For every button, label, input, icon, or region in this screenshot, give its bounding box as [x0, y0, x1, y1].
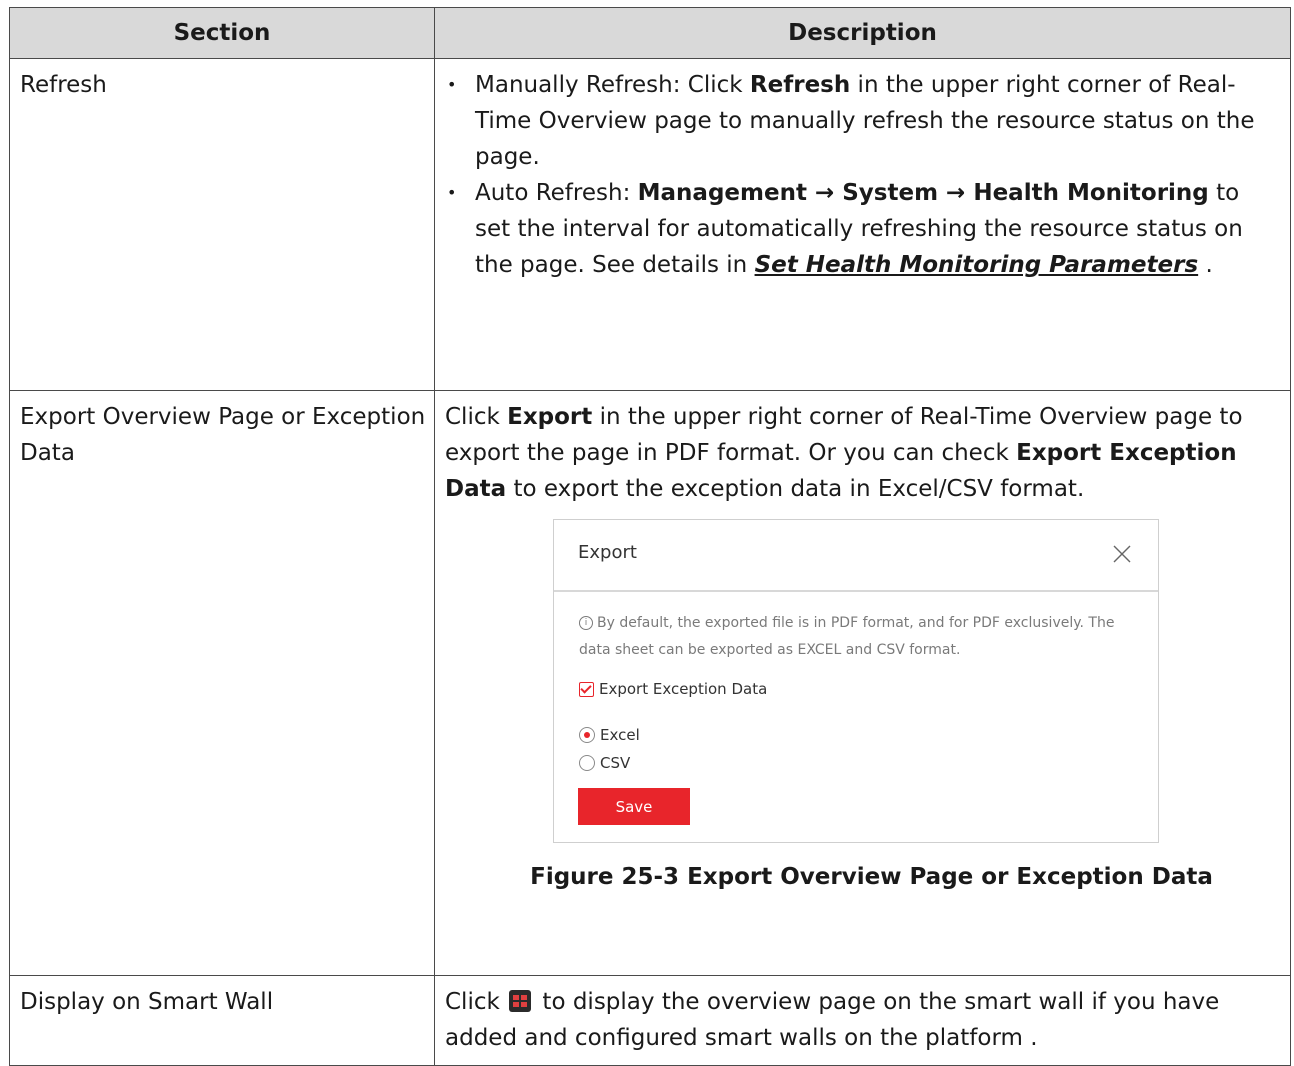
- description-cell: Click Export in the upper right corner o…: [434, 390, 1291, 976]
- radio-unselected-icon[interactable]: [579, 755, 595, 771]
- bullet-list: Manually Refresh: Click Refresh in the u…: [445, 67, 1278, 283]
- paragraph-text: to export the exception data in Excel/CS…: [506, 476, 1085, 502]
- paragraph-text: to display the overview page on the smar…: [445, 989, 1220, 1051]
- section-cell: Refresh: [9, 58, 435, 391]
- radio-csv[interactable]: CSV: [579, 754, 630, 772]
- document-table: Section Description Refresh Manually Ref…: [9, 7, 1291, 1066]
- radio-excel[interactable]: Excel: [579, 726, 640, 744]
- export-dialog-figure: Export i By default, the exported file is…: [553, 519, 1159, 843]
- checkbox-checked-icon[interactable]: [579, 681, 594, 697]
- dialog-title: Export: [578, 542, 637, 563]
- checkbox-label: Export Exception Data: [599, 680, 768, 698]
- smart-wall-icon[interactable]: [509, 990, 532, 1012]
- description-paragraph: Click Export in the upper right corner o…: [445, 399, 1278, 507]
- radio-label: CSV: [600, 754, 631, 772]
- table-row: Refresh Manually Refresh: Click Refresh …: [9, 58, 1291, 391]
- bullet-text: .: [1198, 252, 1213, 278]
- description-cell: Manually Refresh: Click Refresh in the u…: [434, 58, 1291, 391]
- header-section: Section: [9, 7, 435, 59]
- table-header-row: Section Description: [9, 7, 1291, 59]
- table-row: Export Overview Page or Exception Data C…: [9, 390, 1291, 976]
- figure-caption: Figure 25-3 Export Overview Page or Exce…: [530, 864, 1213, 890]
- description-cell: Click to display the overview page on th…: [434, 975, 1291, 1066]
- bold-term: Refresh: [749, 72, 851, 98]
- radio-selected-icon[interactable]: [579, 727, 595, 743]
- bullet-text: Auto Refresh:: [475, 180, 638, 206]
- list-item: Auto Refresh: Management → System → Heal…: [445, 175, 1278, 283]
- table-row: Display on Smart Wall Click to display t…: [9, 975, 1291, 1066]
- export-exception-checkbox[interactable]: Export Exception Data: [579, 680, 767, 698]
- radio-label: Excel: [600, 726, 640, 744]
- menu-path: Management → System → Health Monitoring: [637, 180, 1209, 206]
- save-button[interactable]: Save: [578, 788, 690, 825]
- note-text: By default, the exported file is in PDF …: [579, 615, 1115, 658]
- dialog-note: i By default, the exported file is in PDF…: [579, 610, 1139, 664]
- list-item: Manually Refresh: Click Refresh in the u…: [445, 67, 1278, 175]
- bullet-text: Manually Refresh: Click: [475, 72, 750, 98]
- header-description: Description: [434, 7, 1291, 59]
- paragraph-text: Click: [445, 404, 508, 430]
- info-icon: i: [579, 616, 593, 630]
- close-icon[interactable]: [1112, 544, 1132, 564]
- dialog-header: Export: [554, 520, 1158, 592]
- cross-reference-link[interactable]: Set Health Monitoring Parameters: [755, 252, 1199, 278]
- bold-term: Export: [507, 404, 593, 430]
- section-cell: Export Overview Page or Exception Data: [9, 390, 435, 976]
- paragraph-text: Click: [445, 989, 508, 1015]
- section-cell: Display on Smart Wall: [9, 975, 435, 1066]
